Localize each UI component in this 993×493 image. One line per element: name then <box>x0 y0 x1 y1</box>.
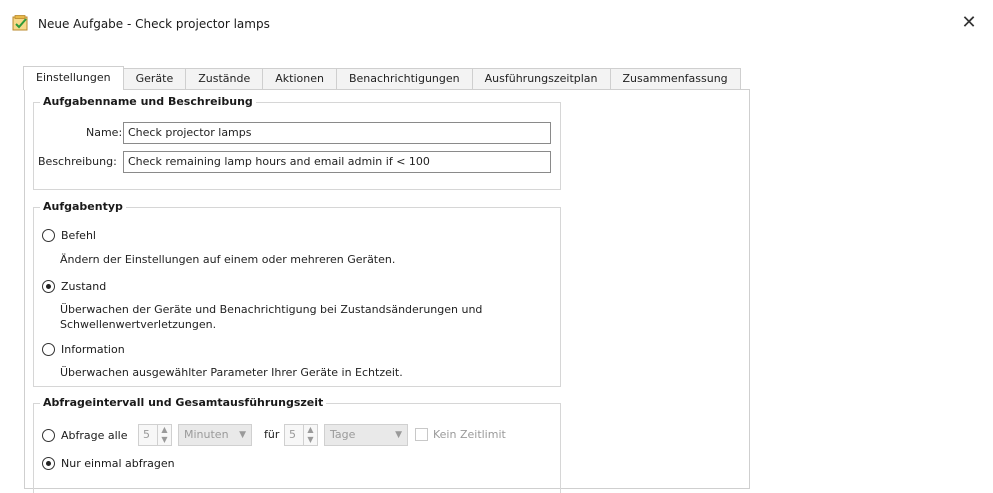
group-title: Aufgabenname und Beschreibung <box>40 95 256 108</box>
task-type-group: Aufgabentyp Befehl Ändern der Einstellun… <box>33 200 561 387</box>
radio-label: Abfrage alle <box>61 428 128 442</box>
radio-poll-every[interactable]: Abfrage alle <box>42 427 128 443</box>
group-title: Aufgabentyp <box>40 200 126 213</box>
stepper-value: 5 <box>143 428 150 441</box>
zustand-description-line1: Überwachen der Geräte und Benachrichtigu… <box>60 303 483 316</box>
tab-ausfuehrungszeitplan[interactable]: Ausführungszeitplan <box>471 68 611 90</box>
radio-label: Befehl <box>61 228 96 242</box>
radio-zustand[interactable]: Zustand <box>42 278 106 294</box>
select-value: Minuten <box>184 428 229 441</box>
radio-label: Zustand <box>61 279 107 293</box>
description-field[interactable]: Check remaining lamp hours and email adm… <box>123 151 551 173</box>
zustand-description-line2: Schwellenwertverletzungen. <box>60 318 217 331</box>
radio-poll-once[interactable]: Nur einmal abfragen <box>42 455 175 471</box>
tab-benachrichtigungen[interactable]: Benachrichtigungen <box>335 68 473 90</box>
tab-panel-einstellungen: Aufgabenname und Beschreibung Name: Chec… <box>24 89 750 493</box>
duration-stepper[interactable]: 5 ▲ ▼ <box>284 424 318 446</box>
tab-geraete[interactable]: Geräte <box>122 68 187 90</box>
information-description: Überwachen ausgewählter Parameter Ihrer … <box>60 366 403 379</box>
tab-zustaende[interactable]: Zustände <box>185 68 264 90</box>
name-label: Name: <box>86 126 123 139</box>
radio-circle[interactable] <box>42 228 55 242</box>
dialog-body: Einstellungen Geräte Zustände Aktionen B… <box>6 48 987 493</box>
window-title: Neue Aufgabe - Check projector lamps <box>38 17 270 31</box>
tab-zusammenfassung[interactable]: Zusammenfassung <box>609 68 741 90</box>
chevron-down-icon: ▼ <box>395 430 402 440</box>
app-task-icon <box>12 15 30 31</box>
description-label: Beschreibung: <box>38 155 117 168</box>
stepper-arrows-icon[interactable]: ▲ ▼ <box>157 425 171 445</box>
radio-information[interactable]: Information <box>42 341 125 357</box>
title-bar: Neue Aufgabe - Check projector lamps ✕ <box>0 0 993 48</box>
group-title: Abfrageintervall und Gesamtausführungsze… <box>40 396 327 409</box>
befehl-description: Ändern der Einstellungen auf einem oder … <box>60 253 396 266</box>
poll-unit-select[interactable]: Minuten ▼ <box>178 424 252 446</box>
stepper-arrows-icon[interactable]: ▲ ▼ <box>303 425 317 445</box>
close-button[interactable]: ✕ <box>955 10 983 36</box>
radio-label: Information <box>61 342 125 356</box>
tab-einstellungen[interactable]: Einstellungen <box>23 66 124 90</box>
duration-unit-select[interactable]: Tage ▼ <box>324 424 408 446</box>
name-description-group: Aufgabenname und Beschreibung Name: Chec… <box>33 95 561 190</box>
for-label: für <box>264 428 280 441</box>
radio-befehl[interactable]: Befehl <box>42 227 96 243</box>
stepper-value: 5 <box>289 428 296 441</box>
no-time-limit-checkbox[interactable] <box>415 428 428 441</box>
radio-circle-selected[interactable] <box>42 279 55 293</box>
no-time-limit-label: Kein Zeitlimit <box>433 428 506 441</box>
chevron-down-icon: ▼ <box>239 430 246 440</box>
name-field[interactable]: Check projector lamps <box>123 122 551 144</box>
interval-group: Abfrageintervall und Gesamtausführungsze… <box>33 396 561 493</box>
radio-circle-selected[interactable] <box>42 456 55 470</box>
radio-circle[interactable] <box>42 342 55 356</box>
tab-strip: Einstellungen Geräte Zustände Aktionen B… <box>23 66 741 90</box>
radio-circle[interactable] <box>42 428 55 442</box>
radio-label: Nur einmal abfragen <box>61 456 175 470</box>
tab-aktionen[interactable]: Aktionen <box>262 68 337 90</box>
poll-interval-stepper[interactable]: 5 ▲ ▼ <box>138 424 172 446</box>
select-value: Tage <box>330 428 356 441</box>
